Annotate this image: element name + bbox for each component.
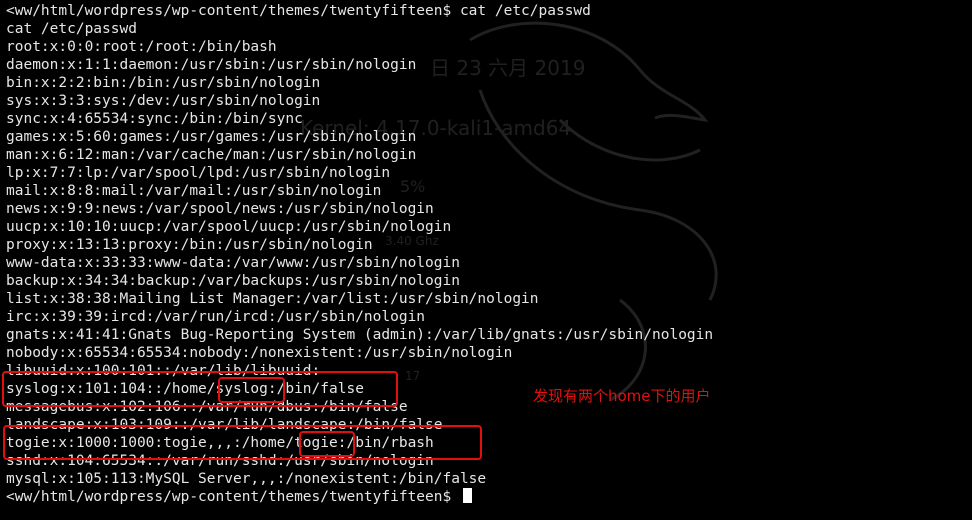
passwd-line-mysql: mysql:x:105:113:MySQL Server,,,:/nonexis… [6, 471, 487, 487]
passwd-line-uucp: uucp:x:10:10:uucp:/var/spool/uucp:/usr/s… [6, 219, 452, 235]
passwd-line-root: root:x:0:0:root:/root:/bin/bash [6, 39, 277, 55]
passwd-line-proxy: proxy:x:13:13:proxy:/bin:/usr/sbin/nolog… [6, 237, 373, 253]
prompt-line-current[interactable]: <ww/html/wordpress/wp-content/themes/twe… [6, 488, 713, 506]
passwd-line-sync: sync:x:4:65534:sync:/bin:/bin/sync [6, 111, 303, 127]
passwd-line-irc: irc:x:39:39:ircd:/var/run/ircd:/usr/sbin… [6, 309, 426, 325]
passwd-line-www-data: www-data:x:33:33:www-data:/var/www:/usr/… [6, 255, 460, 271]
passwd-line-daemon: daemon:x:1:1:daemon:/usr/sbin:/usr/sbin/… [6, 57, 417, 73]
passwd-line-games: games:x:5:60:games:/usr/games:/usr/sbin/… [6, 129, 417, 145]
passwd-line-list: list:x:38:38:Mailing List Manager:/var/l… [6, 291, 539, 307]
passwd-line-news: news:x:9:9:news:/var/spool/news:/usr/sbi… [6, 201, 434, 217]
annotation-box-syslog-line [2, 371, 398, 407]
passwd-line-bin: bin:x:2:2:bin:/bin:/usr/sbin/nologin [6, 75, 321, 91]
annotation-note: 发现有两个home下的用户 [533, 387, 711, 405]
passwd-line-backup: backup:x:34:34:backup:/var/backups:/usr/… [6, 273, 460, 289]
terminal-cursor [463, 488, 473, 503]
annotation-box-syslog-home [218, 377, 285, 403]
command-echo: cat /etc/passwd [6, 21, 137, 37]
passwd-line-mail: mail:x:8:8:mail:/var/mail:/usr/sbin/nolo… [6, 183, 382, 199]
passwd-line-man: man:x:6:12:man:/var/cache/man:/usr/sbin/… [6, 147, 417, 163]
passwd-line-sys: sys:x:3:3:sys:/dev:/usr/sbin/nologin [6, 93, 321, 109]
passwd-line-gnats: gnats:x:41:41:Gnats Bug-Reporting System… [6, 327, 714, 343]
annotation-box-togie-home [299, 431, 355, 457]
prompt-line: <ww/html/wordpress/wp-content/themes/twe… [6, 3, 591, 19]
passwd-line-lp: lp:x:7:7:lp:/var/spool/lpd:/usr/sbin/nol… [6, 165, 391, 181]
prompt-text: <ww/html/wordpress/wp-content/themes/twe… [6, 489, 452, 505]
passwd-line-nobody: nobody:x:65534:65534:nobody:/nonexistent… [6, 345, 513, 361]
annotation-box-togie-line [3, 425, 482, 460]
